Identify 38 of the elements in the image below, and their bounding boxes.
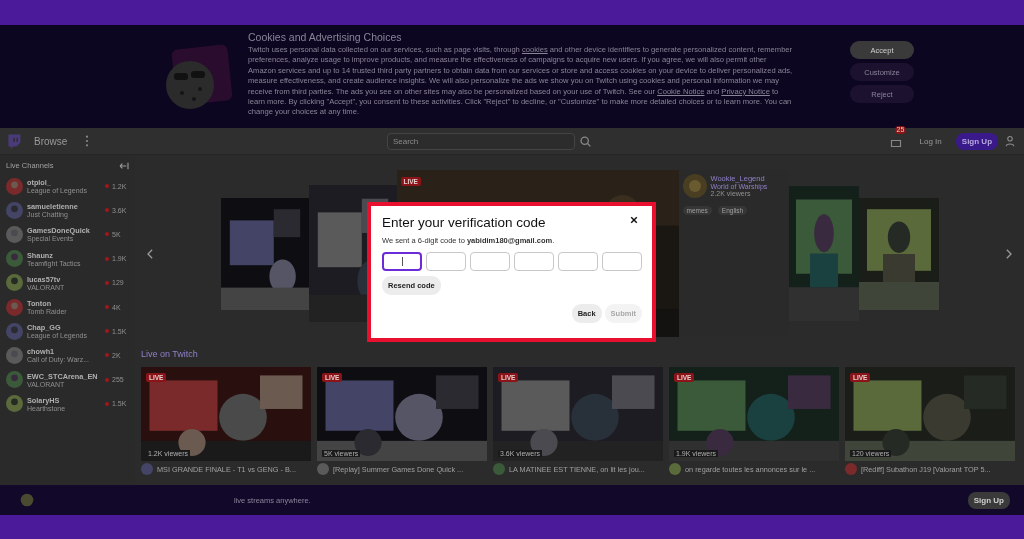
cookie-title: Cookies and Advertising Choices <box>248 31 403 43</box>
live-dot-icon <box>105 305 109 310</box>
avatar-icon <box>493 463 505 475</box>
browse-link[interactable]: Browse <box>34 135 68 147</box>
avatar-icon <box>6 225 23 243</box>
live-dot-icon <box>105 256 109 261</box>
avatar-icon <box>6 274 23 292</box>
user-icon[interactable] <box>1004 135 1016 147</box>
search-icon[interactable] <box>578 134 592 148</box>
avatar-icon <box>6 298 23 316</box>
avatar-icon <box>669 463 681 475</box>
section-title: Live on Twitch <box>141 349 199 361</box>
avatar-icon <box>6 250 23 268</box>
avatar-icon <box>317 463 329 475</box>
log-in-button[interactable]: Log In <box>915 133 946 149</box>
live-dot-icon <box>105 401 109 406</box>
live-dot-icon <box>105 208 109 213</box>
avatar-icon <box>6 201 23 219</box>
live-dot-icon <box>105 184 109 189</box>
more-icon[interactable] <box>85 135 90 147</box>
avatar-icon <box>6 177 23 195</box>
avatar-icon <box>20 493 34 507</box>
avatar-icon <box>6 346 23 364</box>
avatar-icon <box>682 174 707 198</box>
live-dot-icon <box>105 280 109 285</box>
avatar-icon <box>845 463 857 475</box>
avatar-icon <box>141 463 153 475</box>
search-field[interactable]: Search <box>386 132 575 150</box>
sign-up-button[interactable]: Sign Up <box>955 132 998 150</box>
avatar-icon <box>6 371 23 389</box>
live-dot-icon <box>105 232 109 237</box>
live-dot-icon <box>105 377 109 382</box>
collapse-icon[interactable] <box>119 161 129 170</box>
avatar-icon <box>6 322 23 340</box>
sign-up-button[interactable]: Sign Up <box>967 491 1010 509</box>
avatar-icon <box>6 395 23 413</box>
live-dot-icon <box>105 353 109 358</box>
live-dot-icon <box>105 329 109 334</box>
